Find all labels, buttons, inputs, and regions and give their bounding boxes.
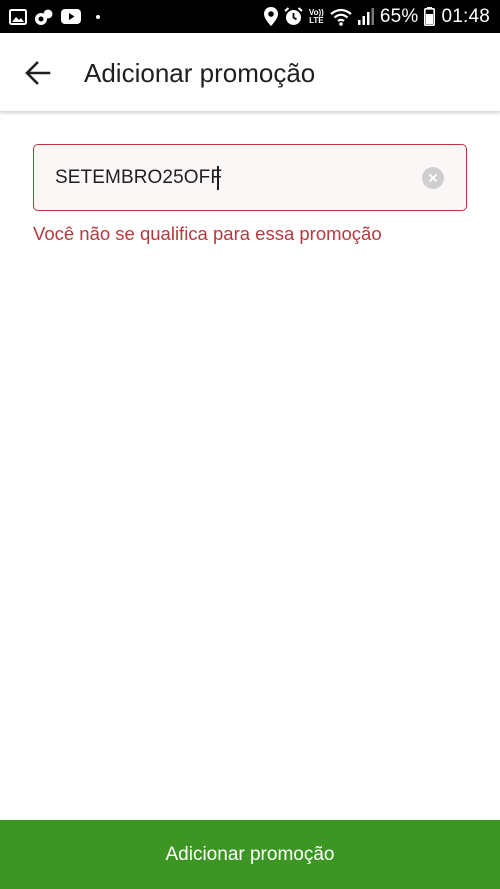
youtube-icon <box>61 9 81 24</box>
clear-button[interactable] <box>422 167 444 189</box>
battery-icon <box>424 7 436 26</box>
wifi-icon <box>330 8 352 26</box>
notification-app-icon <box>34 8 54 26</box>
promo-code-field[interactable] <box>33 144 467 211</box>
more-notifications-dot <box>96 14 100 19</box>
location-icon <box>263 7 278 26</box>
status-time: 01:48 <box>441 5 490 27</box>
add-promotion-button[interactable]: Adicionar promoção <box>0 820 500 889</box>
app-bar: Adicionar promoção <box>0 33 500 111</box>
arrow-left-icon <box>25 61 51 85</box>
clear-icon <box>428 173 438 183</box>
signal-icon <box>357 8 374 25</box>
gallery-icon <box>9 8 27 25</box>
promo-error-message: Você não se qualifica para essa promoção <box>33 223 382 244</box>
alarm-icon <box>284 7 303 26</box>
promo-code-input[interactable] <box>55 145 415 210</box>
page-title: Adicionar promoção <box>84 58 316 88</box>
status-right-icons: Vo)) LTE 65% 01:48 <box>258 6 490 28</box>
status-left-icons <box>9 8 107 26</box>
back-button[interactable] <box>18 53 58 93</box>
battery-percentage: 65% <box>379 5 419 27</box>
volte-icon: Vo)) LTE <box>308 7 324 25</box>
status-bar: Vo)) LTE 65% 01:48 <box>0 0 500 33</box>
text-caret <box>217 166 219 190</box>
